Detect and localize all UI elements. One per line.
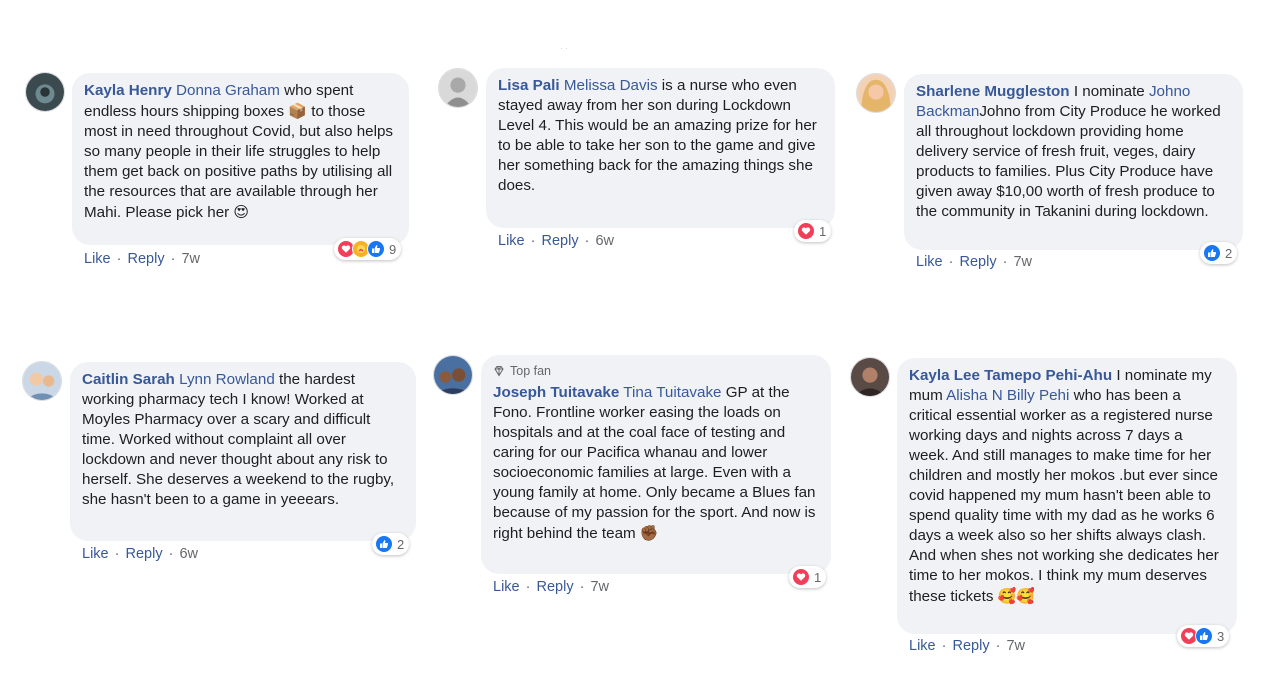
reaction-count: 1 <box>814 569 822 585</box>
smiling-hearts-emoji: 🥰🥰 <box>997 587 1035 605</box>
comment-text: who has been a critical essential worker… <box>909 387 1219 605</box>
mention-link[interactable]: Melissa Davis <box>564 77 658 94</box>
reply-link[interactable]: Reply <box>126 546 163 562</box>
avatar-image <box>851 358 889 396</box>
like-icon <box>367 240 385 258</box>
reaction-summary[interactable]: 1 <box>794 220 832 242</box>
faint-marker: · · <box>560 44 568 53</box>
raised-fist-emoji: ✊🏾 <box>639 524 659 542</box>
reaction-summary[interactable]: 1 <box>789 566 827 588</box>
avatar[interactable] <box>850 357 890 397</box>
author-name[interactable]: Kayla Henry <box>84 82 172 99</box>
timestamp[interactable]: 7w <box>1013 254 1032 270</box>
comment-actions: Like · Reply · 6w <box>498 233 615 249</box>
love-icon <box>797 222 815 240</box>
comment-bubble: Kayla Henry Donna Graham who spent endle… <box>72 73 409 245</box>
reaction-count: 9 <box>389 241 397 257</box>
avatar[interactable] <box>856 73 896 113</box>
avatar[interactable] <box>433 355 473 395</box>
timestamp[interactable]: 7w <box>181 251 200 267</box>
comment-text: is a nurse who even stayed away from her… <box>498 77 817 194</box>
timestamp[interactable]: 6w <box>595 233 614 249</box>
comment-actions: Like · Reply · 7w <box>909 638 1026 654</box>
top-fan-badge: Top fan <box>493 363 819 379</box>
like-link[interactable]: Like <box>84 251 111 267</box>
reaction-summary[interactable]: 3 <box>1177 625 1230 647</box>
like-icon <box>1195 627 1213 645</box>
avatar-image <box>26 73 64 111</box>
comment-actions: Like · Reply · 6w <box>82 546 199 562</box>
avatar[interactable] <box>25 72 65 112</box>
comment-bubble: Top fan Joseph Tuitavake Tina Tuitavake … <box>481 355 831 574</box>
reaction-count: 1 <box>819 223 827 239</box>
like-link[interactable]: Like <box>82 546 109 562</box>
author-name[interactable]: Kayla Lee Tamepo Pehi-Ahu <box>909 367 1112 384</box>
like-icon <box>375 535 393 553</box>
author-name[interactable]: Caitlin Sarah <box>82 371 175 388</box>
package-emoji: 📦 <box>288 102 308 120</box>
like-link[interactable]: Like <box>498 233 525 249</box>
reply-link[interactable]: Reply <box>953 638 990 654</box>
reply-link[interactable]: Reply <box>537 579 574 595</box>
mention-link[interactable]: Donna Graham <box>176 82 280 99</box>
avatar-image <box>434 356 472 394</box>
comment-actions: Like · Reply · 7w <box>84 251 201 267</box>
love-icon <box>792 568 810 586</box>
comment-bubble: Lisa Pali Melissa Davis is a nurse who e… <box>486 68 835 228</box>
reaction-count: 2 <box>1225 245 1233 261</box>
like-link[interactable]: Like <box>493 579 520 595</box>
top-fan-label: Top fan <box>510 364 552 378</box>
comment-bubble: Caitlin Sarah Lynn Rowland the hardest w… <box>70 362 416 541</box>
timestamp[interactable]: 7w <box>1006 638 1025 654</box>
avatar-image <box>439 69 477 107</box>
author-name[interactable]: Joseph Tuitavake <box>493 384 619 401</box>
diamond-icon <box>494 366 504 377</box>
reply-link[interactable]: Reply <box>960 254 997 270</box>
comment-bubble: Sharlene Muggleston I nominate Johno Bac… <box>904 74 1243 250</box>
like-icon <box>1203 244 1221 262</box>
like-link[interactable]: Like <box>916 254 943 270</box>
reaction-summary[interactable]: 2 <box>1200 242 1238 264</box>
reaction-count: 2 <box>397 536 405 552</box>
comment-text: the hardest working pharmacy tech I know… <box>82 371 395 508</box>
mention-link[interactable]: Lynn Rowland <box>179 371 275 388</box>
reaction-summary[interactable]: 2 <box>372 533 410 555</box>
avatar-image <box>857 74 895 112</box>
reply-link[interactable]: Reply <box>128 251 165 267</box>
reply-link[interactable]: Reply <box>542 233 579 249</box>
avatar-image <box>23 362 61 400</box>
comment-text: Johno from City Produce he worked all th… <box>916 103 1221 220</box>
mention-link[interactable]: Tina Tuitavake <box>623 384 721 401</box>
heart-eyes-emoji: 😍 <box>233 203 250 221</box>
author-name[interactable]: Lisa Pali <box>498 77 560 94</box>
comment-actions: Like · Reply · 7w <box>493 579 610 595</box>
avatar[interactable] <box>438 68 478 108</box>
mention-link[interactable]: Alisha N Billy Pehi <box>946 387 1069 404</box>
comment-text: I nominate <box>1069 83 1149 100</box>
comment-text: GP at the Fono. Frontline worker easing … <box>493 384 816 542</box>
like-link[interactable]: Like <box>909 638 936 654</box>
reaction-summary[interactable]: 9 <box>334 238 402 260</box>
avatar[interactable] <box>22 361 62 401</box>
timestamp[interactable]: 7w <box>590 579 609 595</box>
comment-actions: Like · Reply · 7w <box>916 254 1033 270</box>
author-name[interactable]: Sharlene Muggleston <box>916 83 1070 100</box>
timestamp[interactable]: 6w <box>179 546 198 562</box>
comment-bubble: Kayla Lee Tamepo Pehi-Ahu I nominate my … <box>897 358 1237 634</box>
reaction-count: 3 <box>1217 628 1225 644</box>
